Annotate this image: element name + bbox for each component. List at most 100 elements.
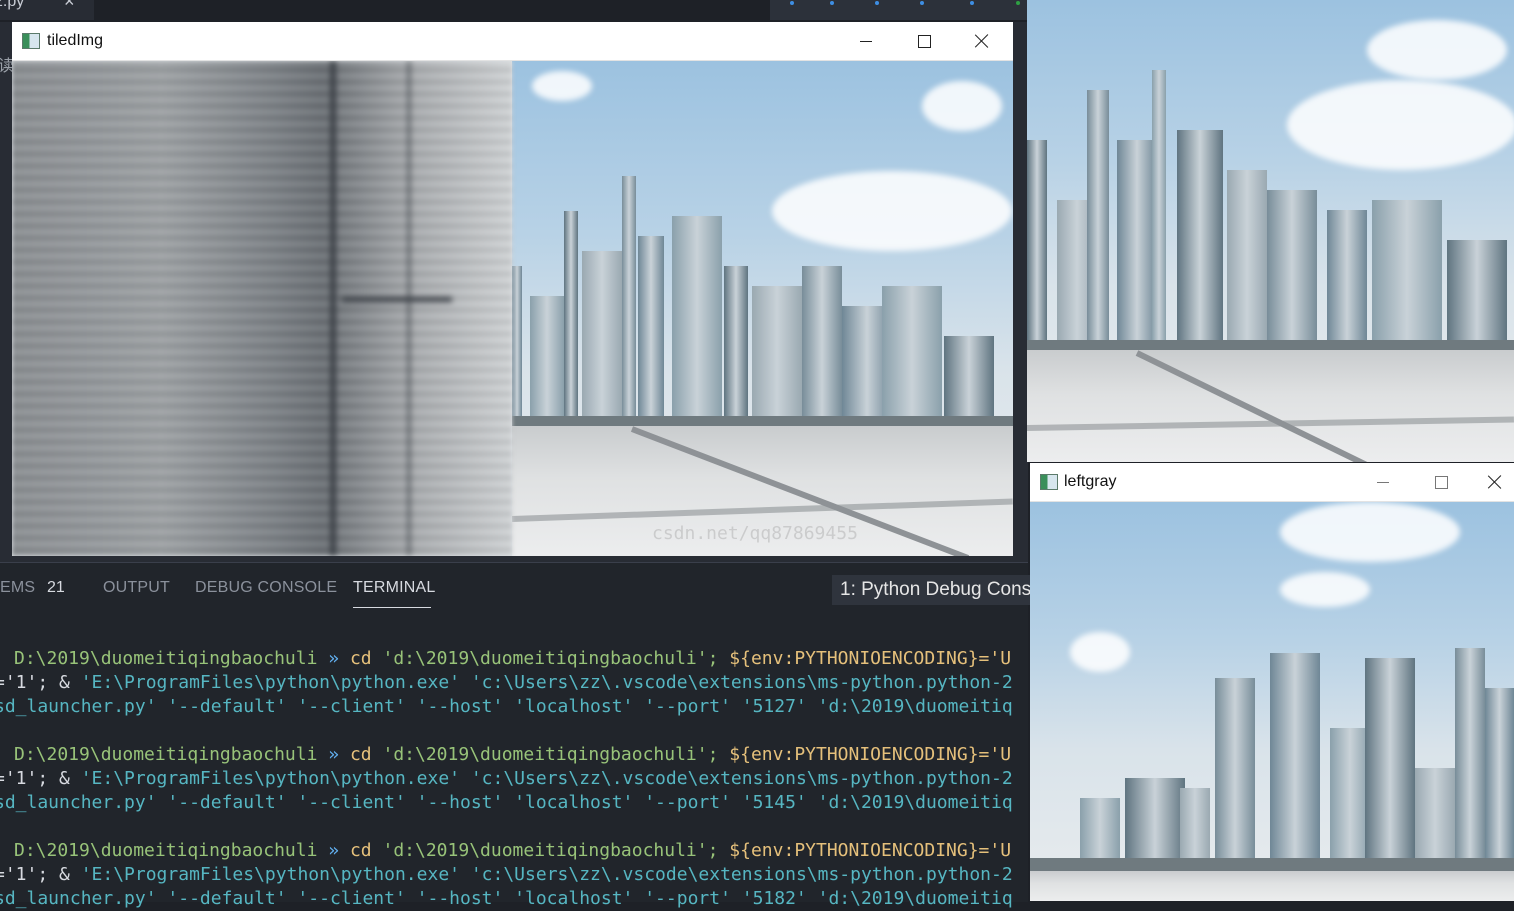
building xyxy=(564,211,578,416)
terminal-line: ='1'; & 'E:\ProgramFiles\python\python.e… xyxy=(0,767,1013,791)
window-title: tiledImg xyxy=(47,32,104,49)
problems-count-badge: 21 xyxy=(47,579,65,596)
building xyxy=(622,176,636,416)
minimize-button[interactable] xyxy=(1360,463,1406,501)
building xyxy=(1152,70,1166,340)
terminal-argument: 'E:\ProgramFiles\python\python.exe' 'c:\… xyxy=(80,864,1013,885)
building xyxy=(724,266,748,416)
terminal-command: cd xyxy=(349,840,372,861)
city-skyline xyxy=(1030,502,1514,862)
building xyxy=(512,266,522,416)
plaza-ground xyxy=(1027,350,1514,462)
building xyxy=(1365,658,1415,858)
editor-tab-label: 2.py xyxy=(0,0,25,10)
terminal-prompt-arrow: » xyxy=(328,744,340,765)
step-into-icon[interactable] xyxy=(875,1,879,5)
tiled-image: csdn.net/qq87869455 xyxy=(12,61,1013,556)
terminal-prompt-arrow: » xyxy=(328,648,340,669)
terminal-text: ='1'; & xyxy=(0,768,81,789)
terminal-argument: 'E:\ProgramFiles\python\python.exe' 'c:\… xyxy=(80,768,1013,789)
close-icon xyxy=(1487,474,1503,490)
building xyxy=(1125,778,1185,858)
wall-edge xyxy=(407,61,411,556)
tiledimg-window[interactable]: tiledImg csdn.net/qq87869455 xyxy=(12,22,1013,556)
terminal-line: ='1'; & 'E:\ProgramFiles\python\python.e… xyxy=(0,863,1013,887)
skyline-image-right xyxy=(512,61,1013,556)
window-titlebar[interactable]: tiledImg xyxy=(12,22,1013,61)
terminal-prompt-path: D:\2019\duomeitiqingbaochuli xyxy=(14,840,318,861)
tab-debug-console[interactable]: DEBUG CONSOLE xyxy=(195,579,337,597)
terminal-env-var: ${env:PYTHONIOENCODING}='U xyxy=(729,840,1012,861)
building xyxy=(882,286,942,416)
terminal-env-var: ${env:PYTHONIOENCODING}='U xyxy=(729,648,1012,669)
pause-icon[interactable] xyxy=(790,1,794,5)
building xyxy=(1215,678,1255,858)
stop-icon[interactable] xyxy=(1016,1,1020,5)
watermark-text: csdn.net/qq87869455 xyxy=(652,523,858,544)
close-icon[interactable]: × xyxy=(64,0,75,13)
building xyxy=(1270,653,1320,858)
building xyxy=(1027,140,1047,340)
building xyxy=(1447,240,1507,340)
terminal-argument: 'd:\2019\duomeitiqingbaochuli'; xyxy=(382,840,719,861)
terminal-prompt-path: D:\2019\duomeitiqingbaochuli xyxy=(14,744,318,765)
terminal-line: D:\2019\duomeitiqingbaochuli » cd 'd:\20… xyxy=(14,647,1011,671)
tab-problems[interactable]: EMS xyxy=(0,579,35,597)
warped-blurred-image xyxy=(12,61,512,556)
terminal-prompt-arrow: » xyxy=(328,840,340,861)
window-title: leftgray xyxy=(1064,473,1117,490)
active-tab-indicator xyxy=(353,607,431,608)
city-skyline xyxy=(512,61,1013,421)
step-out-icon[interactable] xyxy=(920,1,924,5)
terminal-line: D:\2019\duomeitiqingbaochuli » cd 'd:\20… xyxy=(14,839,1011,863)
maximize-button[interactable] xyxy=(1418,463,1464,501)
terminal-argument: 'd:\2019\duomeitiqingbaochuli'; xyxy=(382,648,719,669)
terminal-argument: 'd:\2019\duomeitiqingbaochuli'; xyxy=(382,744,719,765)
tab-terminal[interactable]: TERMINAL xyxy=(353,579,436,597)
building xyxy=(1372,200,1442,340)
building xyxy=(1117,140,1157,340)
wall-edge xyxy=(342,297,452,302)
leftgray-window[interactable]: leftgray xyxy=(1030,463,1514,901)
building xyxy=(944,336,994,416)
building xyxy=(1227,170,1267,340)
close-button[interactable] xyxy=(959,22,1005,60)
editor-tab-file[interactable]: 2.py × xyxy=(0,0,94,20)
skyline-image-top-right xyxy=(1027,0,1514,462)
building xyxy=(530,296,564,416)
building xyxy=(638,236,664,416)
building xyxy=(1330,728,1370,858)
terminal-text: ='1'; & xyxy=(0,672,81,693)
building xyxy=(1180,788,1210,858)
minimize-button[interactable] xyxy=(843,22,889,60)
building xyxy=(582,251,622,416)
step-over-icon[interactable] xyxy=(830,1,834,5)
building xyxy=(672,216,722,416)
restart-icon[interactable] xyxy=(970,1,974,5)
opencv-window-icon xyxy=(22,33,40,49)
close-button[interactable] xyxy=(1476,463,1514,501)
terminal-command: cd xyxy=(349,744,372,765)
maximize-button[interactable] xyxy=(901,22,947,60)
window-titlebar[interactable]: leftgray xyxy=(1030,463,1514,502)
terminal-line: sd_launcher.py' '--default' '--client' '… xyxy=(0,696,1013,717)
terminal-text: ='1'; & xyxy=(0,864,81,885)
building xyxy=(1080,798,1120,858)
city-skyline xyxy=(1027,0,1514,345)
minimize-icon xyxy=(1377,481,1389,483)
terminal-line: sd_launcher.py' '--default' '--client' '… xyxy=(0,792,1013,813)
terminal-line: ='1'; & 'E:\ProgramFiles\python\python.e… xyxy=(0,671,1013,695)
close-icon xyxy=(974,33,990,49)
terminal-select[interactable]: 1: Python Debug Cons xyxy=(832,575,1040,605)
terminal-argument: 'E:\ProgramFiles\python\python.exe' 'c:\… xyxy=(80,672,1013,693)
terminal-line: sd_launcher.py' '--default' '--client' '… xyxy=(0,888,1013,909)
terminal-prompt-path: D:\2019\duomeitiqingbaochuli xyxy=(14,648,318,669)
tab-output[interactable]: OUTPUT xyxy=(103,579,170,597)
river xyxy=(1027,340,1514,350)
leftgray-image xyxy=(1030,502,1514,901)
building xyxy=(1455,648,1485,858)
building xyxy=(1267,190,1317,340)
bottom-panel: EMS 21 OUTPUT DEBUG CONSOLE TERMINAL 1: … xyxy=(0,562,1040,909)
opencv-window-icon xyxy=(1040,474,1058,490)
plaza-ground xyxy=(1030,871,1514,901)
